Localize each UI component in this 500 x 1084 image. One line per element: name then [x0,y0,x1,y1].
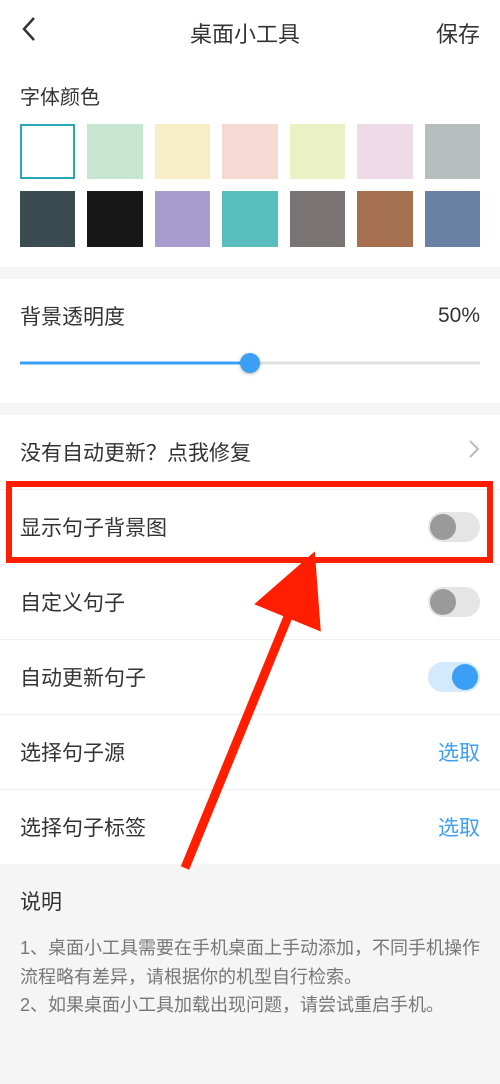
custom-toggle[interactable] [428,587,480,617]
custom-row: 自定义句子 [0,565,500,640]
desc-line1: 1、桌面小工具需要在手机桌面上手动添加，不同手机操作流程略有差异，请根据你的机型… [20,934,480,992]
color-swatch-grid [20,124,480,247]
color-swatch-0[interactable] [20,124,75,179]
choose-source-row[interactable]: 选择句子源 选取 [0,715,500,790]
page-title: 桌面小工具 [190,17,300,49]
color-swatch-5[interactable] [357,124,412,179]
description-section: 说明 1、桌面小工具需要在手机桌面上手动添加，不同手机操作流程略有差异，请根据你… [0,864,500,1042]
color-swatch-3[interactable] [222,124,277,179]
slider-thumb[interactable] [240,353,260,373]
desc-title: 说明 [20,886,480,916]
show-bg-row: 显示句子背景图 [0,490,500,565]
repair-row[interactable]: 没有自动更新？点我修复 [0,415,500,490]
show-bg-label: 显示句子背景图 [20,512,167,542]
opacity-value: 50% [438,304,480,328]
settings-group: 没有自动更新？点我修复 显示句子背景图 自定义句子 自动更新句子 选择句子源 选… [0,415,500,864]
select-source-action[interactable]: 选取 [438,737,480,767]
auto-update-toggle[interactable] [428,662,480,692]
custom-label: 自定义句子 [20,587,125,617]
color-swatch-1[interactable] [87,124,142,179]
color-swatch-2[interactable] [155,124,210,179]
select-tag-action[interactable]: 选取 [438,812,480,842]
show-bg-toggle[interactable] [428,512,480,542]
repair-label: 没有自动更新？点我修复 [20,437,251,467]
opacity-group: 背景透明度 50% [0,279,500,403]
header: 桌面小工具 保存 [0,0,500,65]
color-swatch-9[interactable] [155,191,210,246]
color-swatch-7[interactable] [20,191,75,246]
choose-source-label: 选择句子源 [20,737,125,767]
color-swatch-13[interactable] [425,191,480,246]
font-color-label: 字体颜色 [20,81,480,110]
opacity-row: 背景透明度 50% [0,279,500,403]
choose-tag-label: 选择句子标签 [20,812,146,842]
auto-update-row: 自动更新句子 [0,640,500,715]
back-button[interactable] [20,15,60,50]
opacity-label: 背景透明度 [20,301,125,331]
color-swatch-11[interactable] [290,191,345,246]
color-swatch-8[interactable] [87,191,142,246]
font-color-section: 字体颜色 [0,65,500,267]
color-swatch-12[interactable] [357,191,412,246]
save-button[interactable]: 保存 [430,17,480,49]
auto-update-label: 自动更新句子 [20,662,146,692]
color-swatch-6[interactable] [425,124,480,179]
chevron-right-icon [468,438,480,466]
desc-line2: 2、如果桌面小工具加载出现问题，请尝试重启手机。 [20,991,480,1020]
choose-tag-row[interactable]: 选择句子标签 选取 [0,790,500,864]
opacity-slider[interactable] [20,351,480,375]
color-swatch-10[interactable] [222,191,277,246]
color-swatch-4[interactable] [290,124,345,179]
